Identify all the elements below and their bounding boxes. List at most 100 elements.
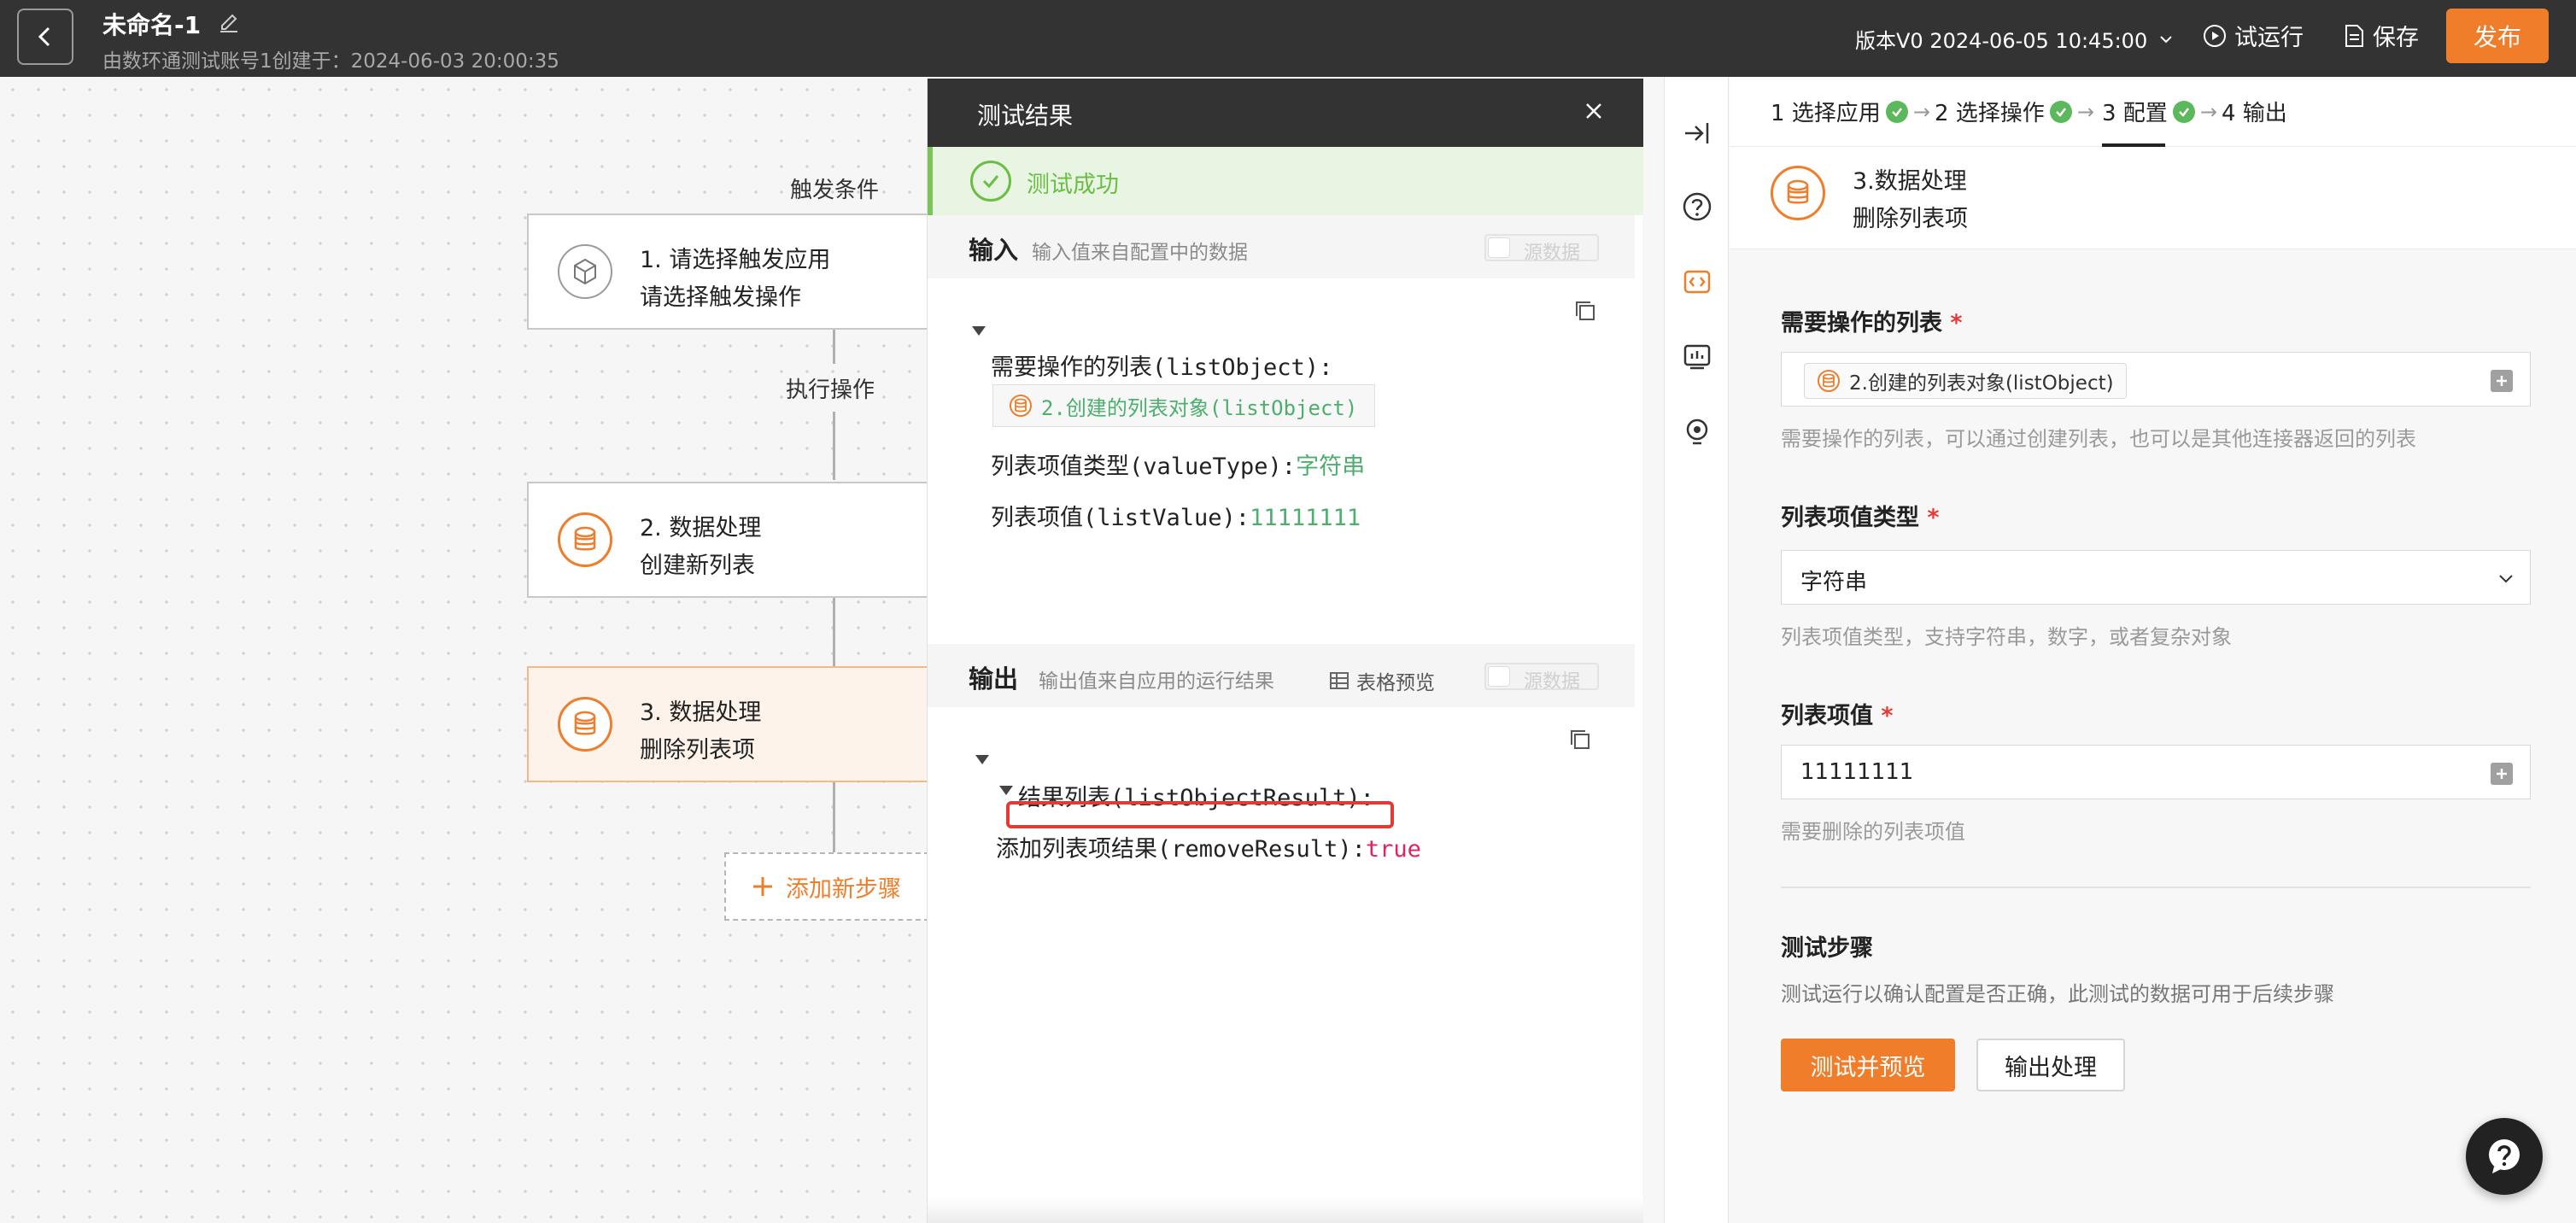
version-label: 版本V0 2024-06-05 10:45:00 <box>1855 29 2148 53</box>
value-type-select[interactable]: 字符串 <box>1781 550 2531 605</box>
flow-node-delete-item[interactable]: 3. 数据处理 删除列表项 <box>527 666 928 782</box>
value-field-label: 列表项值 * <box>1781 697 1894 730</box>
workflow-canvas[interactable]: 触发条件 1. 请选择触发应用 请选择触发操作 执行操作 2. 数据处理 创建新… <box>0 77 929 1223</box>
close-button[interactable] <box>1577 94 1611 132</box>
collapse-caret[interactable] <box>999 786 1013 795</box>
copy-icon[interactable] <box>1568 728 1592 755</box>
list-object-key: 需要操作的列表(listObject): <box>991 354 1333 381</box>
list-field-hint: 需要操作的列表，可以通过创建列表，也可以是其他连接器返回的列表 <box>1781 427 2416 451</box>
action-label: 执行操作 <box>786 377 875 403</box>
collapse-right-icon[interactable] <box>1678 114 1716 152</box>
label-text: 需要操作的列表 <box>1781 310 1942 336</box>
remove-result-value: true <box>1365 836 1421 863</box>
side-toolbar <box>1664 77 1729 1223</box>
highlight-box <box>1006 801 1394 828</box>
add-step-label: 添加新步骤 <box>786 875 901 903</box>
config-panel: 1 选择应用 → 2 选择操作 → 3 配置 → 4 输出 3.数据处理 删除列… <box>1730 77 2576 1223</box>
list-object-chip[interactable]: 2.创建的列表对象(listObject) <box>1804 363 2127 399</box>
list-field-input[interactable]: 2.创建的列表对象(listObject) <box>1781 352 2531 407</box>
test-preview-button[interactable]: 测试并预览 <box>1781 1039 1955 1091</box>
code-icon[interactable] <box>1678 263 1716 301</box>
flow-node-create-list[interactable]: 2. 数据处理 创建新列表 <box>527 482 928 598</box>
database-icon <box>558 697 612 752</box>
plus-icon <box>753 877 772 896</box>
output-processing-button[interactable]: 输出处理 <box>1976 1039 2125 1091</box>
output-hint: 输出值来自应用的运行结果 <box>1039 670 1274 693</box>
save-label: 保存 <box>2373 25 2419 51</box>
check-circle-icon <box>970 161 1011 202</box>
database-icon <box>1818 370 1840 392</box>
connector-line <box>833 782 835 854</box>
back-button[interactable] <box>17 9 73 65</box>
success-text: 测试成功 <box>1027 172 1119 198</box>
raw-data-toggle[interactable]: 源数据 <box>1484 234 1599 264</box>
database-icon <box>1771 166 1825 220</box>
input-value: 11111111 <box>1800 759 1914 785</box>
list-value-value: 11111111 <box>1250 505 1361 531</box>
step-output[interactable]: 4 输出 <box>2222 96 2287 127</box>
monitor-icon[interactable] <box>1678 338 1716 376</box>
save-button[interactable]: 保存 <box>2342 19 2419 52</box>
value-type-field-hint: 列表项值类型，支持字符串，数字，或者复杂对象 <box>1781 625 2232 649</box>
test-step-title: 测试步骤 <box>1781 935 1873 962</box>
config-node-header: 3.数据处理 删除列表项 <box>1730 147 2576 249</box>
remove-result-key: 添加列表项结果(removeResult): <box>996 836 1366 863</box>
cube-icon <box>558 244 612 299</box>
output-section-header: 输出 输出值来自应用的运行结果 表格预览 源数据 <box>928 644 1635 707</box>
divider <box>1781 887 2531 888</box>
input-section-header: 输入 输入值来自配置中的数据 源数据 <box>928 215 1635 278</box>
value-type-field-label: 列表项值类型 * <box>1781 499 1940 532</box>
input-hint: 输入值来自配置中的数据 <box>1032 242 1248 264</box>
add-step-button[interactable]: 添加新步骤 <box>724 852 929 921</box>
step-configure[interactable]: 3 配置 → <box>2102 96 2217 127</box>
collapse-caret[interactable] <box>972 326 986 336</box>
chip-label: 2.创建的列表对象(listObject) <box>1041 395 1358 420</box>
table-preview-button[interactable]: 表格预览 <box>1329 666 1435 695</box>
node-title: 2. 数据处理 <box>640 515 762 541</box>
config-node-subtitle: 删除列表项 <box>1853 206 1968 232</box>
trial-run-label: 试运行 <box>2234 25 2304 51</box>
trial-run-button[interactable]: 试运行 <box>2202 19 2304 52</box>
check-icon <box>2172 100 2195 123</box>
list-value-row: 列表项值(listValue):11111111 <box>991 499 1361 532</box>
panel-bottom-shadow <box>928 1197 1643 1223</box>
play-icon <box>2204 24 2226 47</box>
publish-button[interactable]: 发布 <box>2446 9 2549 63</box>
chevron-down-icon <box>2499 575 2513 583</box>
plus-icon[interactable] <box>2491 370 2513 392</box>
required-mark: * <box>1881 703 1894 729</box>
chevron-down-icon <box>2160 35 2172 43</box>
table-preview-label: 表格预览 <box>1356 672 1435 694</box>
toggle-label: 源数据 <box>1524 671 1581 693</box>
node-title: 3. 数据处理 <box>640 699 762 726</box>
value-field-input[interactable]: 11111111 <box>1781 745 2531 799</box>
step-select-app[interactable]: 1 选择应用 → <box>1771 96 1930 127</box>
version-select[interactable]: 版本V0 2024-06-05 10:45:00 <box>1855 24 2175 54</box>
flow-node-trigger[interactable]: 1. 请选择触发应用 请选择触发操作 <box>527 214 928 330</box>
copy-icon[interactable] <box>1573 299 1597 326</box>
help-chat-button[interactable] <box>2466 1118 2543 1195</box>
output-title: 输出 <box>969 664 1019 693</box>
node-subtitle: 删除列表项 <box>640 737 755 764</box>
database-icon <box>1010 395 1032 417</box>
step-label: 1 选择应用 <box>1771 101 1881 126</box>
bulb-icon[interactable] <box>1678 413 1716 451</box>
node-title: 1. 请选择触发应用 <box>640 247 831 273</box>
value-type-row: 列表项值类型(valueType):字符串 <box>991 448 1365 481</box>
arrow-icon: → <box>2076 99 2094 124</box>
connector-line <box>833 330 835 364</box>
help-circle-icon[interactable] <box>1678 188 1716 225</box>
input-title: 输入 <box>969 236 1019 265</box>
raw-data-toggle[interactable]: 源数据 <box>1484 663 1599 693</box>
toggle-label: 源数据 <box>1524 243 1581 264</box>
list-value-key: 列表项值(listValue): <box>991 505 1250 531</box>
arrow-icon: → <box>1912 99 1930 124</box>
step-select-action[interactable]: 2 选择操作 → <box>1935 96 2094 127</box>
required-mark: * <box>1927 505 1940 531</box>
edit-icon[interactable] <box>217 10 241 38</box>
database-icon <box>558 512 612 567</box>
plus-icon[interactable] <box>2491 763 2513 785</box>
test-result-header: 测试结果 <box>928 79 1643 147</box>
collapse-caret[interactable] <box>975 755 989 764</box>
value-type-key: 列表项值类型(valueType): <box>991 454 1297 480</box>
